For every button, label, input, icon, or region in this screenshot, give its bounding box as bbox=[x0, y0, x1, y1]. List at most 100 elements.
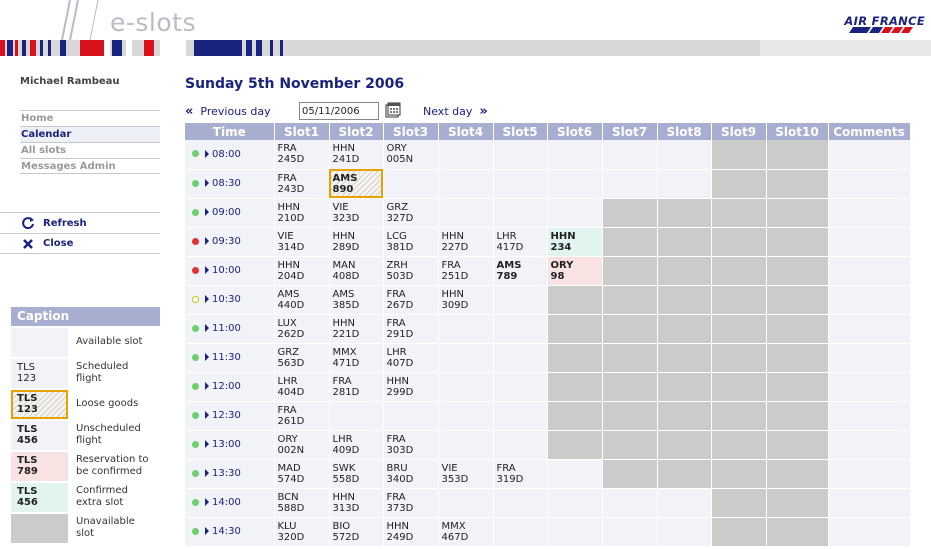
slot-cell[interactable]: SWK 558D bbox=[329, 459, 384, 489]
slot-cell[interactable]: LHR 407D bbox=[383, 343, 439, 373]
slot-cell[interactable] bbox=[493, 140, 548, 170]
slot-cell[interactable]: VIE 353D bbox=[438, 459, 494, 489]
slot-cell[interactable] bbox=[493, 198, 548, 228]
slot-cell[interactable] bbox=[438, 372, 494, 402]
slot-cell[interactable]: HHN 210D bbox=[274, 198, 330, 228]
slot-cell[interactable] bbox=[547, 140, 603, 170]
slot-cell[interactable] bbox=[602, 169, 658, 199]
slot-cell[interactable]: FRA 251D bbox=[438, 256, 494, 286]
time-cell[interactable]: 11:30 bbox=[185, 343, 275, 373]
expand-arrow-icon[interactable] bbox=[205, 353, 209, 361]
slot-cell[interactable]: HHN 227D bbox=[438, 227, 494, 257]
slot-cell[interactable]: ZRH 503D bbox=[383, 256, 439, 286]
slot-cell[interactable] bbox=[602, 517, 658, 547]
slot-cell[interactable]: AMS 440D bbox=[274, 285, 330, 315]
slot-cell[interactable]: AMS 890 bbox=[329, 169, 384, 199]
slot-cell[interactable] bbox=[438, 343, 494, 373]
slot-cell[interactable] bbox=[602, 488, 658, 518]
time-cell[interactable]: 11:00 bbox=[185, 314, 275, 344]
time-cell[interactable]: 13:30 bbox=[185, 459, 275, 489]
slot-cell[interactable] bbox=[383, 169, 439, 199]
slot-cell[interactable]: LHR 404D bbox=[274, 372, 330, 402]
slot-cell[interactable]: GRZ 563D bbox=[274, 343, 330, 373]
expand-arrow-icon[interactable] bbox=[205, 266, 209, 274]
time-cell[interactable]: 08:30 bbox=[185, 169, 275, 199]
expand-arrow-icon[interactable] bbox=[205, 382, 209, 390]
nav-messages-admin[interactable]: Messages Admin bbox=[20, 158, 160, 174]
slot-cell[interactable]: LCG 381D bbox=[383, 227, 439, 257]
comments-cell[interactable] bbox=[828, 430, 911, 460]
nav-all-slots[interactable]: All slots bbox=[20, 142, 160, 158]
slot-cell[interactable] bbox=[383, 401, 439, 431]
expand-arrow-icon[interactable] bbox=[205, 295, 209, 303]
slot-cell[interactable]: BRU 340D bbox=[383, 459, 439, 489]
slot-cell[interactable]: HHN 221D bbox=[329, 314, 384, 344]
expand-arrow-icon[interactable] bbox=[205, 237, 209, 245]
slot-cell[interactable]: FRA 243D bbox=[274, 169, 330, 199]
slot-cell[interactable]: HHN 234 bbox=[547, 227, 603, 257]
refresh-button[interactable]: Refresh bbox=[0, 212, 160, 233]
time-cell[interactable]: 10:30 bbox=[185, 285, 275, 315]
date-input[interactable] bbox=[299, 102, 379, 120]
comments-cell[interactable] bbox=[828, 256, 911, 286]
slot-cell[interactable]: AMS 789 bbox=[493, 256, 548, 286]
slot-cell[interactable]: HHN 289D bbox=[329, 227, 384, 257]
slot-cell[interactable] bbox=[657, 517, 712, 547]
comments-cell[interactable] bbox=[828, 488, 911, 518]
slot-cell[interactable]: ORY 002N bbox=[274, 430, 330, 460]
slot-cell[interactable] bbox=[438, 488, 494, 518]
comments-cell[interactable] bbox=[828, 285, 911, 315]
slot-cell[interactable]: MAN 408D bbox=[329, 256, 384, 286]
slot-cell[interactable] bbox=[438, 314, 494, 344]
slot-cell[interactable]: FRA 303D bbox=[383, 430, 439, 460]
slot-cell[interactable] bbox=[547, 459, 603, 489]
slot-cell[interactable]: GRZ 327D bbox=[383, 198, 439, 228]
comments-cell[interactable] bbox=[828, 401, 911, 431]
previous-day-link[interactable]: « Previous day bbox=[185, 104, 271, 119]
slot-cell[interactable]: LUX 262D bbox=[274, 314, 330, 344]
slot-cell[interactable] bbox=[547, 198, 603, 228]
slot-cell[interactable] bbox=[493, 517, 548, 547]
slot-cell[interactable]: KLU 320D bbox=[274, 517, 330, 547]
comments-cell[interactable] bbox=[828, 372, 911, 402]
time-cell[interactable]: 10:00 bbox=[185, 256, 275, 286]
slot-cell[interactable]: AMS 385D bbox=[329, 285, 384, 315]
nav-calendar[interactable]: Calendar bbox=[20, 126, 160, 142]
time-cell[interactable]: 09:00 bbox=[185, 198, 275, 228]
close-button[interactable]: Close bbox=[0, 233, 160, 254]
slot-cell[interactable] bbox=[547, 488, 603, 518]
slot-cell[interactable] bbox=[493, 430, 548, 460]
expand-arrow-icon[interactable] bbox=[205, 324, 209, 332]
slot-cell[interactable]: BIO 572D bbox=[329, 517, 384, 547]
slot-cell[interactable]: ORY 005N bbox=[383, 140, 439, 170]
slot-cell[interactable]: HHN 249D bbox=[383, 517, 439, 547]
slot-cell[interactable] bbox=[547, 517, 603, 547]
slot-cell[interactable]: BCN 588D bbox=[274, 488, 330, 518]
slot-cell[interactable]: MMX 471D bbox=[329, 343, 384, 373]
slot-cell[interactable]: FRA 267D bbox=[383, 285, 439, 315]
slot-cell[interactable] bbox=[493, 314, 548, 344]
time-cell[interactable]: 14:30 bbox=[185, 517, 275, 547]
slot-cell[interactable]: ORY 98 bbox=[547, 256, 603, 286]
expand-arrow-icon[interactable] bbox=[205, 208, 209, 216]
slot-cell[interactable]: FRA 281D bbox=[329, 372, 384, 402]
time-cell[interactable]: 09:30 bbox=[185, 227, 275, 257]
expand-arrow-icon[interactable] bbox=[205, 179, 209, 187]
slot-cell[interactable] bbox=[493, 372, 548, 402]
time-cell[interactable]: 14:00 bbox=[185, 488, 275, 518]
slot-cell[interactable] bbox=[657, 140, 712, 170]
expand-arrow-icon[interactable] bbox=[205, 411, 209, 419]
slot-cell[interactable] bbox=[438, 430, 494, 460]
slot-cell[interactable]: MMX 467D bbox=[438, 517, 494, 547]
slot-cell[interactable] bbox=[493, 285, 548, 315]
slot-cell[interactable]: VIE 314D bbox=[274, 227, 330, 257]
expand-arrow-icon[interactable] bbox=[205, 440, 209, 448]
slot-cell[interactable]: HHN 313D bbox=[329, 488, 384, 518]
expand-arrow-icon[interactable] bbox=[205, 469, 209, 477]
slot-cell[interactable]: VIE 323D bbox=[329, 198, 384, 228]
slot-cell[interactable]: FRA 245D bbox=[274, 140, 330, 170]
slot-cell[interactable] bbox=[493, 488, 548, 518]
slot-cell[interactable]: HHN 299D bbox=[383, 372, 439, 402]
comments-cell[interactable] bbox=[828, 517, 911, 547]
slot-cell[interactable] bbox=[438, 140, 494, 170]
